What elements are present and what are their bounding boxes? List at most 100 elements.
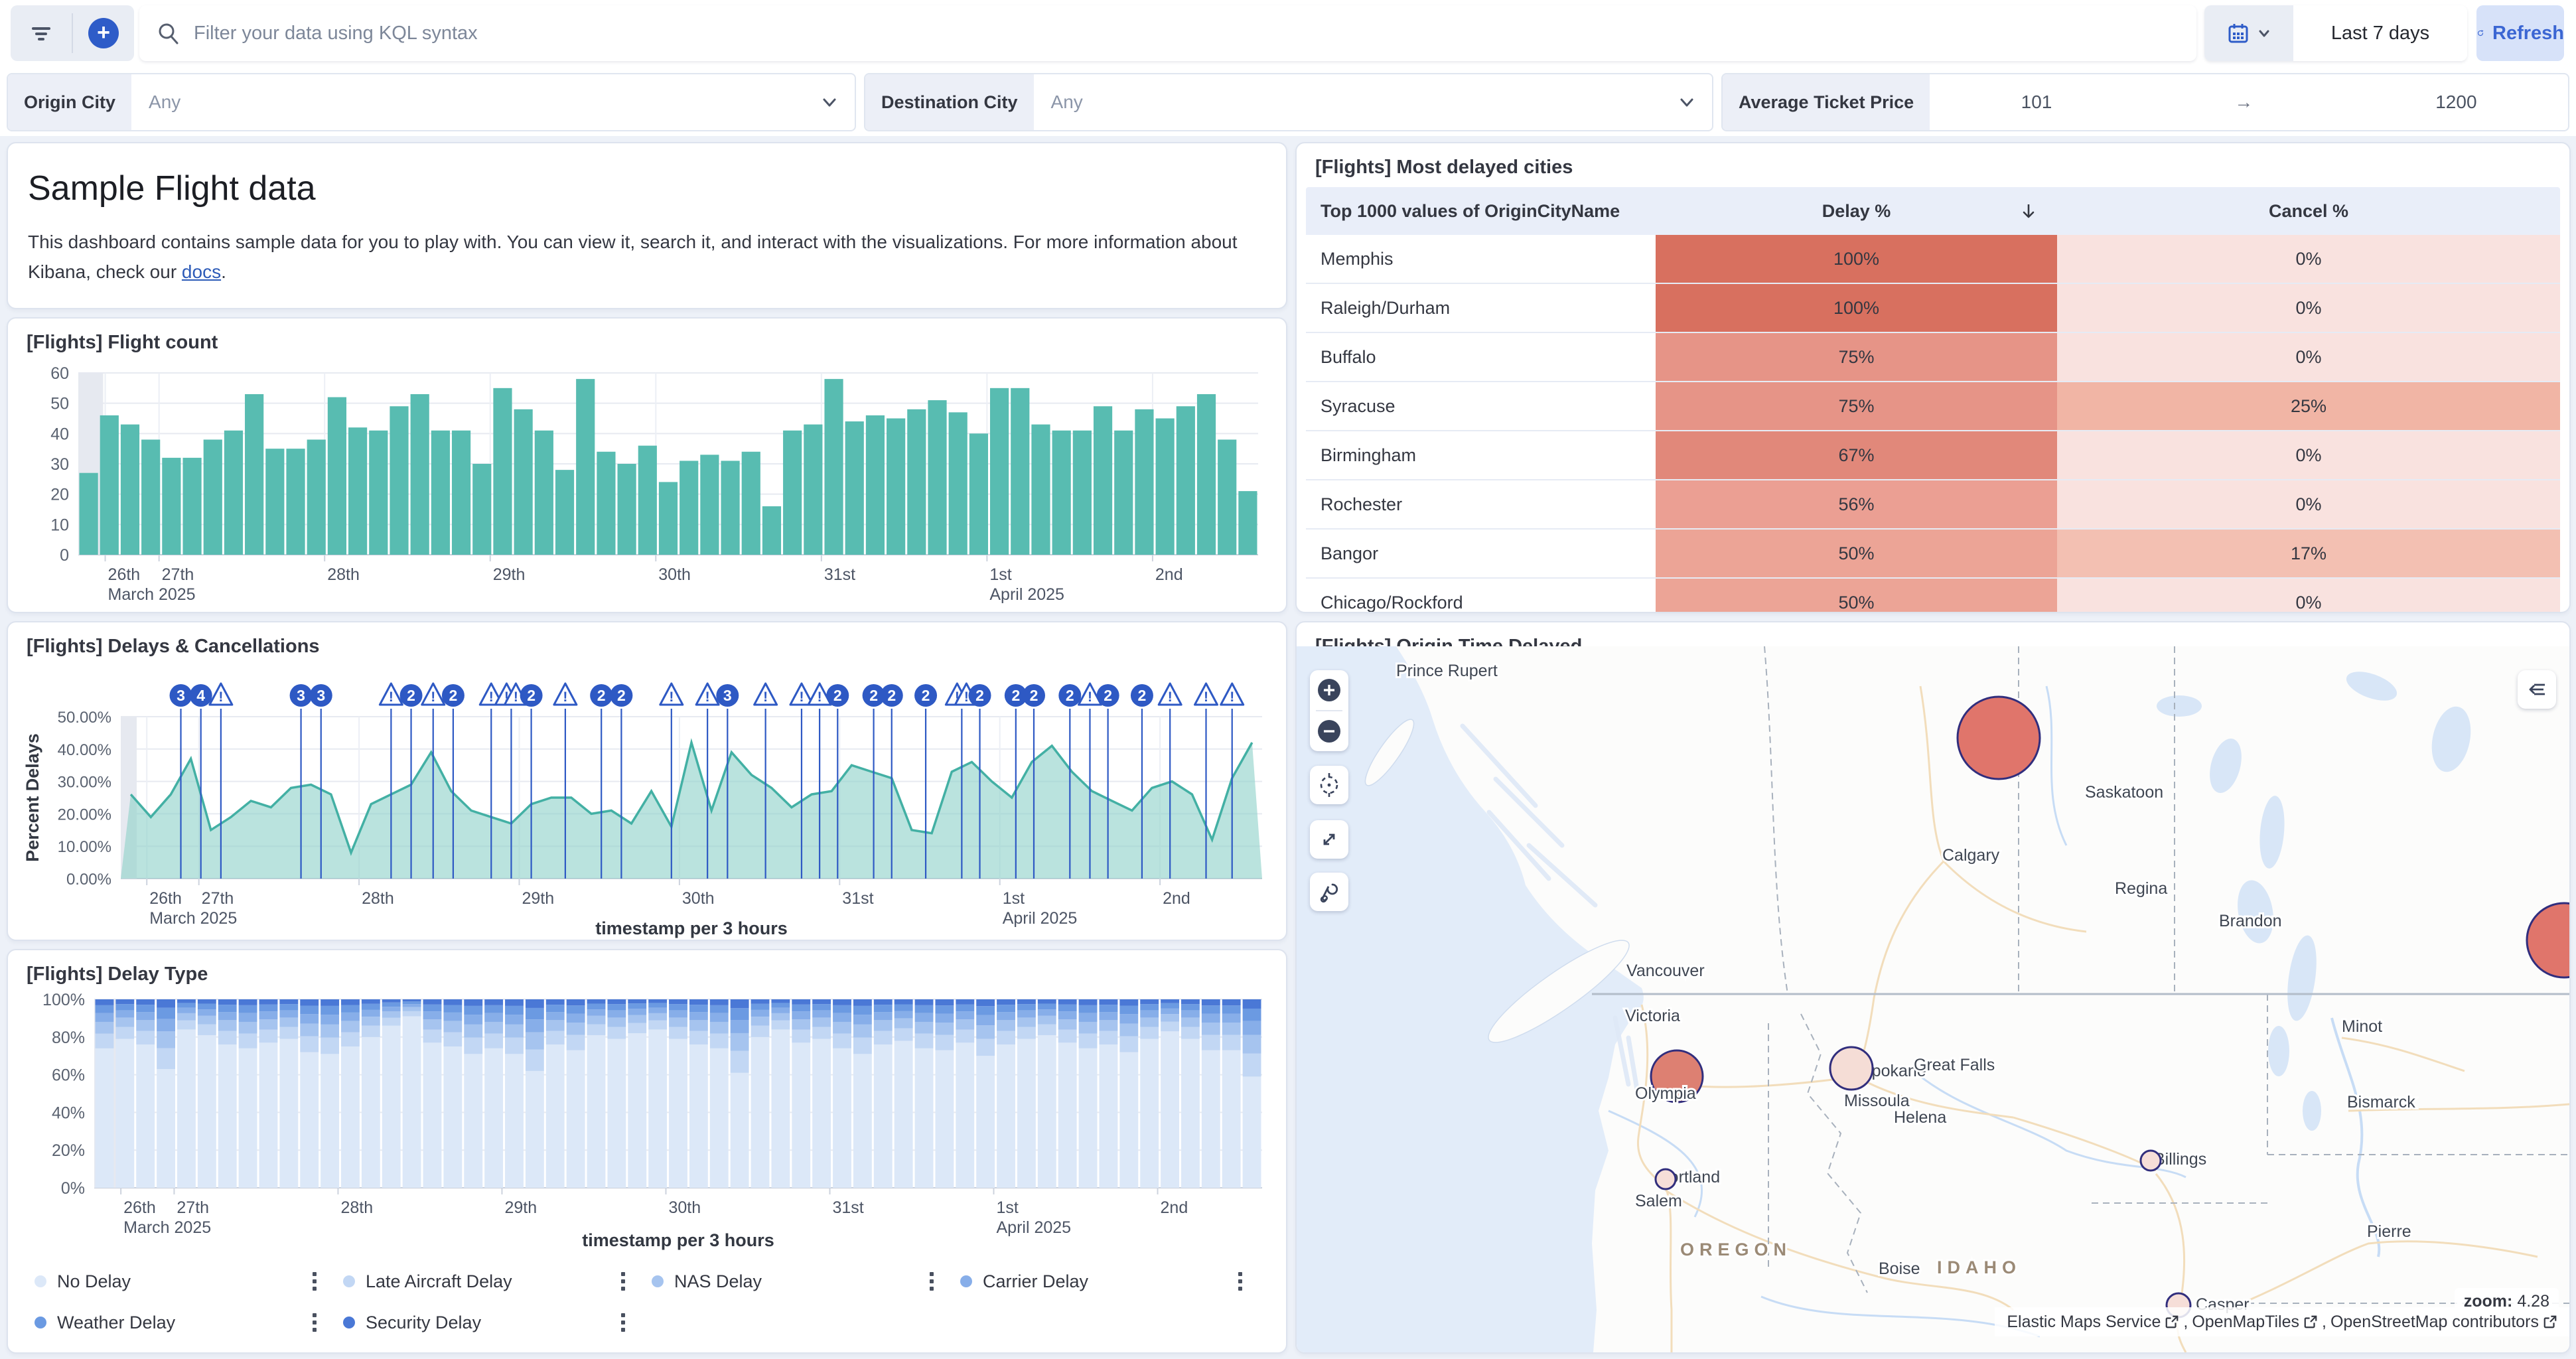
delay-type-segment[interactable] xyxy=(956,1030,974,1043)
delay-type-segment[interactable] xyxy=(115,999,134,1004)
delay-type-segment[interactable] xyxy=(403,1011,421,1017)
delay-bubble[interactable] xyxy=(1830,1047,1873,1090)
delay-type-segment[interactable] xyxy=(710,1005,729,1013)
delay-type-segment[interactable] xyxy=(1243,1021,1261,1035)
flight-count-bar[interactable] xyxy=(990,388,1009,555)
flight-count-bar[interactable] xyxy=(824,379,843,555)
delay-type-segment[interactable] xyxy=(1202,1050,1220,1188)
legend-item-nas-delay[interactable]: NAS Delay xyxy=(652,1261,960,1302)
flight-count-bar[interactable] xyxy=(204,439,222,555)
delay-type-segment[interactable] xyxy=(484,1005,503,1013)
delay-type-segment[interactable] xyxy=(136,1012,155,1020)
delay-type-segment[interactable] xyxy=(874,1005,893,1012)
legend-options-icon[interactable] xyxy=(621,1313,625,1332)
delay-type-segment[interactable] xyxy=(1079,999,1098,1005)
delay-type-segment[interactable] xyxy=(1161,1031,1179,1188)
delay-type-segment[interactable] xyxy=(423,1019,442,1030)
delay-type-segment[interactable] xyxy=(935,1005,954,1013)
column-header-delay[interactable]: Delay % xyxy=(1656,187,2057,235)
delay-type-segment[interactable] xyxy=(218,1005,237,1012)
delay-type-segment[interactable] xyxy=(669,999,687,1004)
delay-type-segment[interactable] xyxy=(874,1020,893,1031)
delay-type-segment[interactable] xyxy=(567,1013,585,1023)
delay-type-segment[interactable] xyxy=(218,1031,237,1044)
legend-options-icon[interactable] xyxy=(621,1272,625,1291)
delay-type-segment[interactable] xyxy=(341,1013,360,1021)
delay-type-segment[interactable] xyxy=(976,1056,995,1188)
delay-type-segment[interactable] xyxy=(443,1005,462,1013)
delay-type-segment[interactable] xyxy=(669,1011,687,1018)
delay-type-segment[interactable] xyxy=(648,1029,667,1188)
delay-type-segment[interactable] xyxy=(136,1031,155,1044)
delay-type-segment[interactable] xyxy=(259,1030,278,1043)
attribution-link[interactable]: OpenStreetMap contributors xyxy=(2330,1313,2539,1332)
delay-type-segment[interactable] xyxy=(1222,999,1241,1005)
delay-type-segment[interactable] xyxy=(1222,1013,1241,1023)
delay-type-segment[interactable] xyxy=(915,1034,934,1048)
delay-percent-cell[interactable]: 67% xyxy=(1656,431,2057,479)
delay-type-segment[interactable] xyxy=(812,1039,831,1188)
delay-type-segment[interactable] xyxy=(1119,1014,1138,1023)
delay-type-segment[interactable] xyxy=(1140,999,1159,1004)
delay-type-segment[interactable] xyxy=(259,999,278,1005)
flight-count-bar[interactable] xyxy=(1114,431,1133,555)
delay-type-segment[interactable] xyxy=(300,1006,319,1015)
delay-type-segment[interactable] xyxy=(607,999,626,1004)
delay-type-segment[interactable] xyxy=(648,1003,667,1007)
delay-type-segment[interactable] xyxy=(628,1009,646,1015)
flight-count-bar[interactable] xyxy=(866,415,885,555)
delay-type-segment[interactable] xyxy=(1222,1005,1241,1013)
delay-type-segment[interactable] xyxy=(382,1018,401,1026)
delay-type-segment[interactable] xyxy=(874,1012,893,1020)
delay-type-segment[interactable] xyxy=(464,1015,482,1025)
delay-type-segment[interactable] xyxy=(997,1020,1015,1031)
delay-bubble[interactable] xyxy=(2141,1151,2161,1171)
table-row[interactable]: Chicago/Rockford50%0% xyxy=(1306,579,2560,613)
city-cell[interactable]: Bangor xyxy=(1306,543,1656,564)
delay-type-segment[interactable] xyxy=(792,1019,810,1030)
delay-type-segment[interactable] xyxy=(751,1037,770,1188)
cancel-percent-cell[interactable]: 0% xyxy=(2057,579,2560,613)
delay-type-segment[interactable] xyxy=(853,1006,872,1015)
flight-count-bar[interactable] xyxy=(286,449,305,555)
delay-type-segment[interactable] xyxy=(362,1004,380,1010)
delay-type-segment[interactable] xyxy=(546,1005,565,1012)
delay-type-segment[interactable] xyxy=(505,1006,524,1015)
delay-type-segment[interactable] xyxy=(300,1014,319,1023)
flight-count-bar[interactable] xyxy=(411,394,429,555)
delay-type-segment[interactable] xyxy=(935,1050,954,1188)
flight-count-bar[interactable] xyxy=(1218,439,1236,555)
delay-type-segment[interactable] xyxy=(607,1011,626,1018)
delay-type-segment[interactable] xyxy=(279,1004,298,1011)
legend-options-icon[interactable] xyxy=(930,1272,934,1291)
delay-type-segment[interactable] xyxy=(546,1012,565,1020)
delay-type-segment[interactable] xyxy=(259,1005,278,1011)
delay-type-segment[interactable] xyxy=(1017,1017,1036,1027)
delay-type-segment[interactable] xyxy=(1017,1039,1036,1188)
delay-type-segment[interactable] xyxy=(956,999,974,1005)
delay-type-segment[interactable] xyxy=(587,1009,606,1016)
delay-type-segment[interactable] xyxy=(792,999,810,1005)
delay-type-segment[interactable] xyxy=(1038,1025,1056,1035)
delay-type-segment[interactable] xyxy=(546,1031,565,1044)
delay-type-segment[interactable] xyxy=(546,1044,565,1188)
attribution-link[interactable]: OpenMapTiles xyxy=(2192,1313,2299,1332)
delay-type-segment[interactable] xyxy=(956,1011,974,1019)
delay-type-segment[interactable] xyxy=(382,999,401,1003)
delay-type-segment[interactable] xyxy=(731,1008,749,1020)
delay-type-segment[interactable] xyxy=(935,1023,954,1035)
flight-count-bar[interactable] xyxy=(804,425,822,555)
delay-type-segment[interactable] xyxy=(894,1019,913,1029)
delay-type-segment[interactable] xyxy=(279,1011,298,1018)
delay-type-segment[interactable] xyxy=(935,1035,954,1050)
delay-type-segment[interactable] xyxy=(771,1029,790,1188)
flight-count-bar[interactable] xyxy=(1031,425,1050,555)
delay-type-segment[interactable] xyxy=(771,1003,790,1007)
delay-type-segment[interactable] xyxy=(689,1005,708,1012)
delay-type-segment[interactable] xyxy=(812,1017,831,1027)
delay-type-segment[interactable] xyxy=(1038,999,1056,1003)
ticket-price-min[interactable]: 101 xyxy=(2021,92,2052,113)
delay-type-segment[interactable] xyxy=(915,1048,934,1188)
delay-type-segment[interactable] xyxy=(669,1004,687,1011)
delay-type-segment[interactable] xyxy=(628,1023,646,1033)
